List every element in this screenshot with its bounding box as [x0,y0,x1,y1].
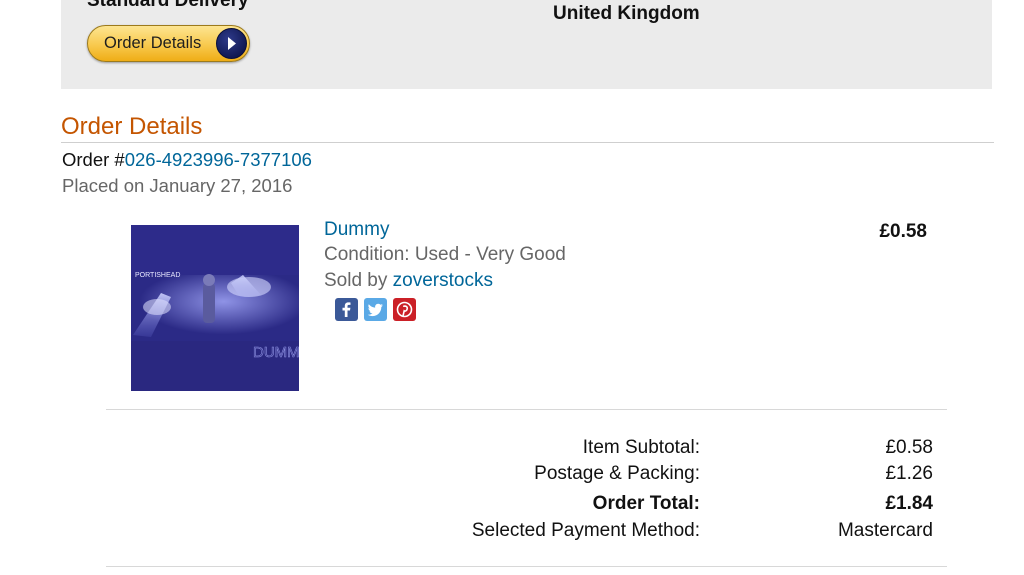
share-icons [335,298,416,321]
item-title-link[interactable]: Dummy [324,219,389,241]
item-condition: Condition: Used - Very Good [324,244,566,265]
postage-label: Postage & Packing: [534,463,700,484]
twitter-icon[interactable] [364,298,387,321]
order-number-prefix: Order # [62,149,125,170]
sold-by-prefix: Sold by [324,270,393,291]
shipping-method: Standard Delivery [87,0,249,11]
items-divider [106,409,947,410]
seller-link[interactable]: zoverstocks [393,270,493,291]
arrow-right-icon [216,28,247,59]
order-placed-date: Placed on January 27, 2016 [62,175,293,196]
subtotal-value: £0.58 [885,437,933,458]
album-art-band-text: PORTISHEAD [135,272,180,279]
order-total-label: Order Total: [592,493,700,514]
postage-value: £1.26 [885,463,933,484]
payment-method-value: Mastercard [837,520,933,541]
album-art-image[interactable]: PORTISHEAD DUMMY [131,225,299,391]
order-details-button[interactable]: Order Details [87,25,250,62]
item-price: £0.58 [879,221,927,242]
section-title: Order Details [61,113,203,140]
summary-divider [106,566,947,567]
item-seller-line: Sold by zoverstocks [324,270,493,292]
shipping-country: United Kingdom [553,3,700,24]
pinterest-icon[interactable] [393,298,416,321]
facebook-icon[interactable] [335,298,358,321]
payment-method-label: Selected Payment Method: [471,520,700,541]
order-number-link[interactable]: 026-4923996-7377106 [125,149,312,170]
section-divider [61,142,994,143]
album-art-title-text: DUMMY [253,344,299,361]
order-details-button-label: Order Details [104,34,202,52]
subtotal-label: Item Subtotal: [582,437,700,458]
order-total-value: £1.84 [885,493,933,514]
order-number-line: Order #026-4923996-7377106 [62,149,312,171]
